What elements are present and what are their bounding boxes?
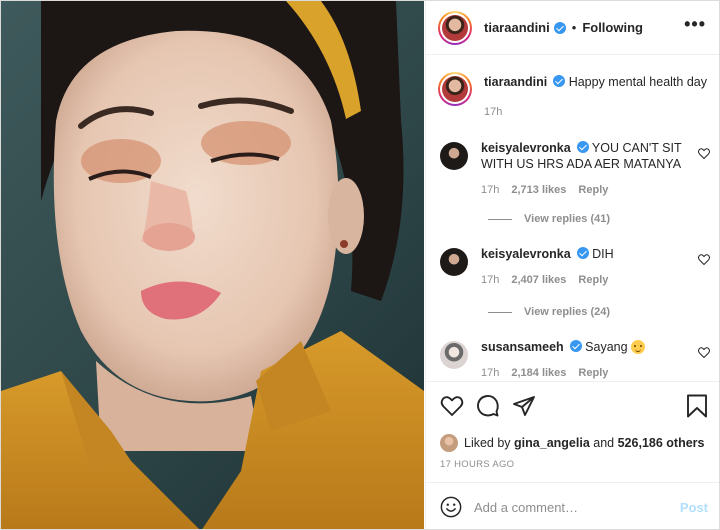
author-avatar[interactable] [438, 10, 472, 45]
save-bookmark-icon[interactable] [686, 394, 708, 418]
comment-time: 17h [481, 367, 500, 379]
likes-count[interactable]: 526,186 others [618, 436, 705, 450]
selfie-image [1, 1, 424, 529]
comment-item: keisyalevronka YOU CAN'T SIT WITH US HRS… [440, 140, 710, 198]
more-options-icon[interactable]: ••• [684, 15, 706, 33]
comment-time: 17h [481, 184, 500, 196]
replies-line [488, 218, 512, 220]
commenter-avatar[interactable] [440, 341, 468, 369]
reply-button[interactable]: Reply [578, 367, 608, 379]
caption-time: 17h [484, 106, 503, 118]
caption-text: Happy mental health day [568, 75, 707, 89]
verified-badge-icon [553, 75, 566, 87]
liked-by-prefix: Liked by [464, 436, 511, 450]
view-replies-button[interactable]: View replies (24) [488, 306, 610, 318]
verified-badge-icon [553, 21, 566, 34]
reply-button[interactable]: Reply [578, 184, 608, 196]
liked-by-conj: and [593, 436, 615, 450]
caption-username[interactable]: tiaraandini [484, 75, 547, 89]
view-replies-label: View replies (41) [524, 213, 611, 225]
replies-line [488, 311, 512, 313]
comment-username[interactable]: susansameeh [481, 340, 564, 354]
post-comment-button[interactable]: Post [680, 500, 708, 515]
comment-text: DIH [592, 247, 614, 261]
verified-badge-icon [569, 340, 582, 352]
comment-time: 17h [481, 274, 500, 286]
like-comment-heart-icon[interactable] [698, 254, 710, 265]
caption-avatar[interactable] [438, 72, 472, 106]
author-username[interactable]: tiaraandini [484, 20, 550, 35]
comment-likes[interactable]: 2,184 likes [511, 367, 566, 379]
liked-by-line: Liked by gina_angelia and 526,186 others [440, 434, 704, 452]
instagram-post-window: tiaraandini • Following ••• tiaraandini … [0, 0, 720, 530]
reply-button[interactable]: Reply [578, 274, 608, 286]
view-replies-label: View replies (24) [524, 306, 611, 318]
comment-username[interactable]: keisyalevronka [481, 141, 571, 155]
view-replies-button[interactable]: View replies (41) [488, 213, 610, 225]
comment-bubble-icon[interactable] [476, 394, 500, 418]
commenter-avatar[interactable] [440, 142, 468, 170]
post-timestamp[interactable]: 17 HOURS AGO [440, 459, 514, 470]
add-comment-bar: Post [426, 482, 719, 529]
share-send-icon[interactable] [512, 394, 536, 418]
smiling-face-emoji-icon [630, 340, 645, 354]
add-comment-input[interactable] [474, 499, 664, 515]
liker-username[interactable]: gina_angelia [514, 436, 590, 450]
post-header: tiaraandini • Following ••• [426, 1, 719, 55]
comment-item: susansameeh Sayang 17h 2,184 likes Reply [440, 339, 710, 381]
following-button[interactable]: Following [582, 20, 643, 35]
like-comment-heart-icon[interactable] [698, 347, 710, 358]
like-comment-heart-icon[interactable] [698, 148, 710, 159]
like-heart-icon[interactable] [440, 394, 464, 418]
comment-username[interactable]: keisyalevronka [481, 247, 571, 261]
comment-likes[interactable]: 2,407 likes [511, 274, 566, 286]
comment-text: Sayang [585, 340, 628, 354]
comment-likes[interactable]: 2,713 likes [511, 184, 566, 196]
verified-badge-icon [576, 141, 589, 153]
verified-badge-icon [576, 247, 589, 259]
commenter-avatar[interactable] [440, 248, 468, 276]
liker-avatar[interactable] [440, 434, 458, 452]
comments-list[interactable]: tiaraandini Happy mental health day 17h … [426, 56, 719, 381]
post-caption: tiaraandini Happy mental health day 17h [438, 72, 714, 120]
post-photo[interactable] [1, 1, 424, 529]
comment-item: keisyalevronka DIH 17h 2,407 likes Reply [440, 246, 710, 288]
separator-dot: • [571, 20, 577, 35]
post-actions: Liked by gina_angelia and 526,186 others… [426, 381, 719, 481]
post-side-panel: tiaraandini • Following ••• tiaraandini … [425, 1, 719, 529]
emoji-picker-icon[interactable] [440, 496, 462, 518]
